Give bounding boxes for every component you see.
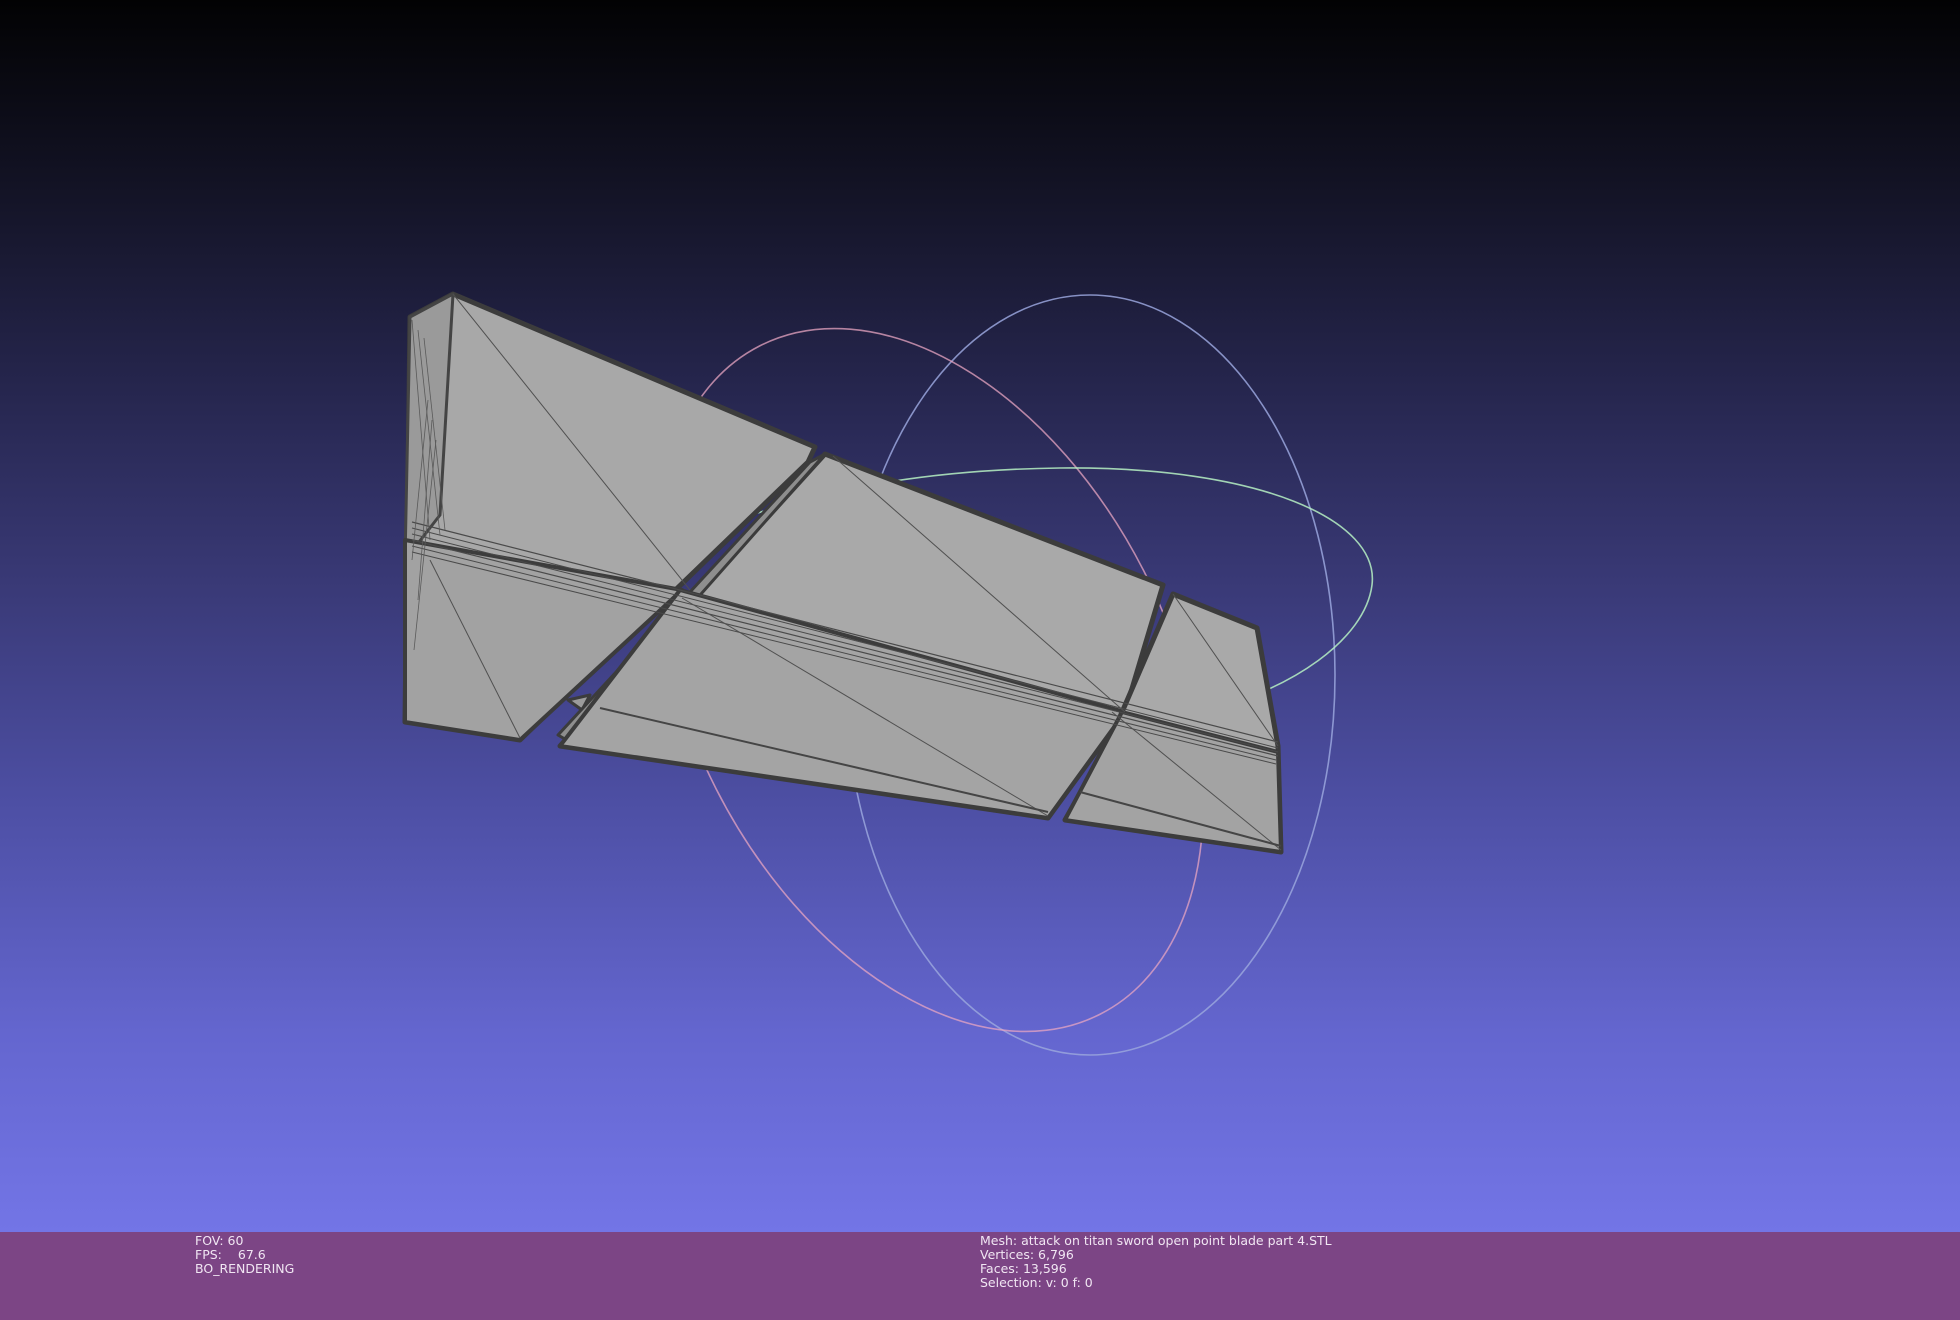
fps-readout: FPS: 67.6 bbox=[195, 1248, 294, 1262]
status-bar: FOV: 60 FPS: 67.6 BO_RENDERING Mesh: atta… bbox=[0, 1232, 1960, 1320]
fps-value: 67.6 bbox=[237, 1247, 266, 1262]
vertex-count: Vertices: 6,796 bbox=[980, 1247, 1074, 1262]
fps-label: FPS: bbox=[195, 1247, 222, 1262]
fov-readout: FOV: 60 bbox=[195, 1233, 244, 1248]
mesh-model[interactable] bbox=[402, 291, 1284, 855]
mesh-name: Mesh: attack on titan sword open point b… bbox=[980, 1233, 1332, 1248]
scene-canvas[interactable] bbox=[0, 0, 1960, 1232]
selection-info: Selection: v: 0 f: 0 bbox=[980, 1275, 1093, 1290]
face-count: Faces: 13,596 bbox=[980, 1261, 1067, 1276]
render-mode-readout: BO_RENDERING bbox=[195, 1261, 295, 1276]
3d-viewport[interactable] bbox=[0, 0, 1960, 1232]
mesh-info: Mesh: attack on titan sword open point b… bbox=[980, 1234, 1332, 1290]
viewport-info: FOV: 60 FPS: 67.6 BO_RENDERING bbox=[195, 1234, 294, 1276]
